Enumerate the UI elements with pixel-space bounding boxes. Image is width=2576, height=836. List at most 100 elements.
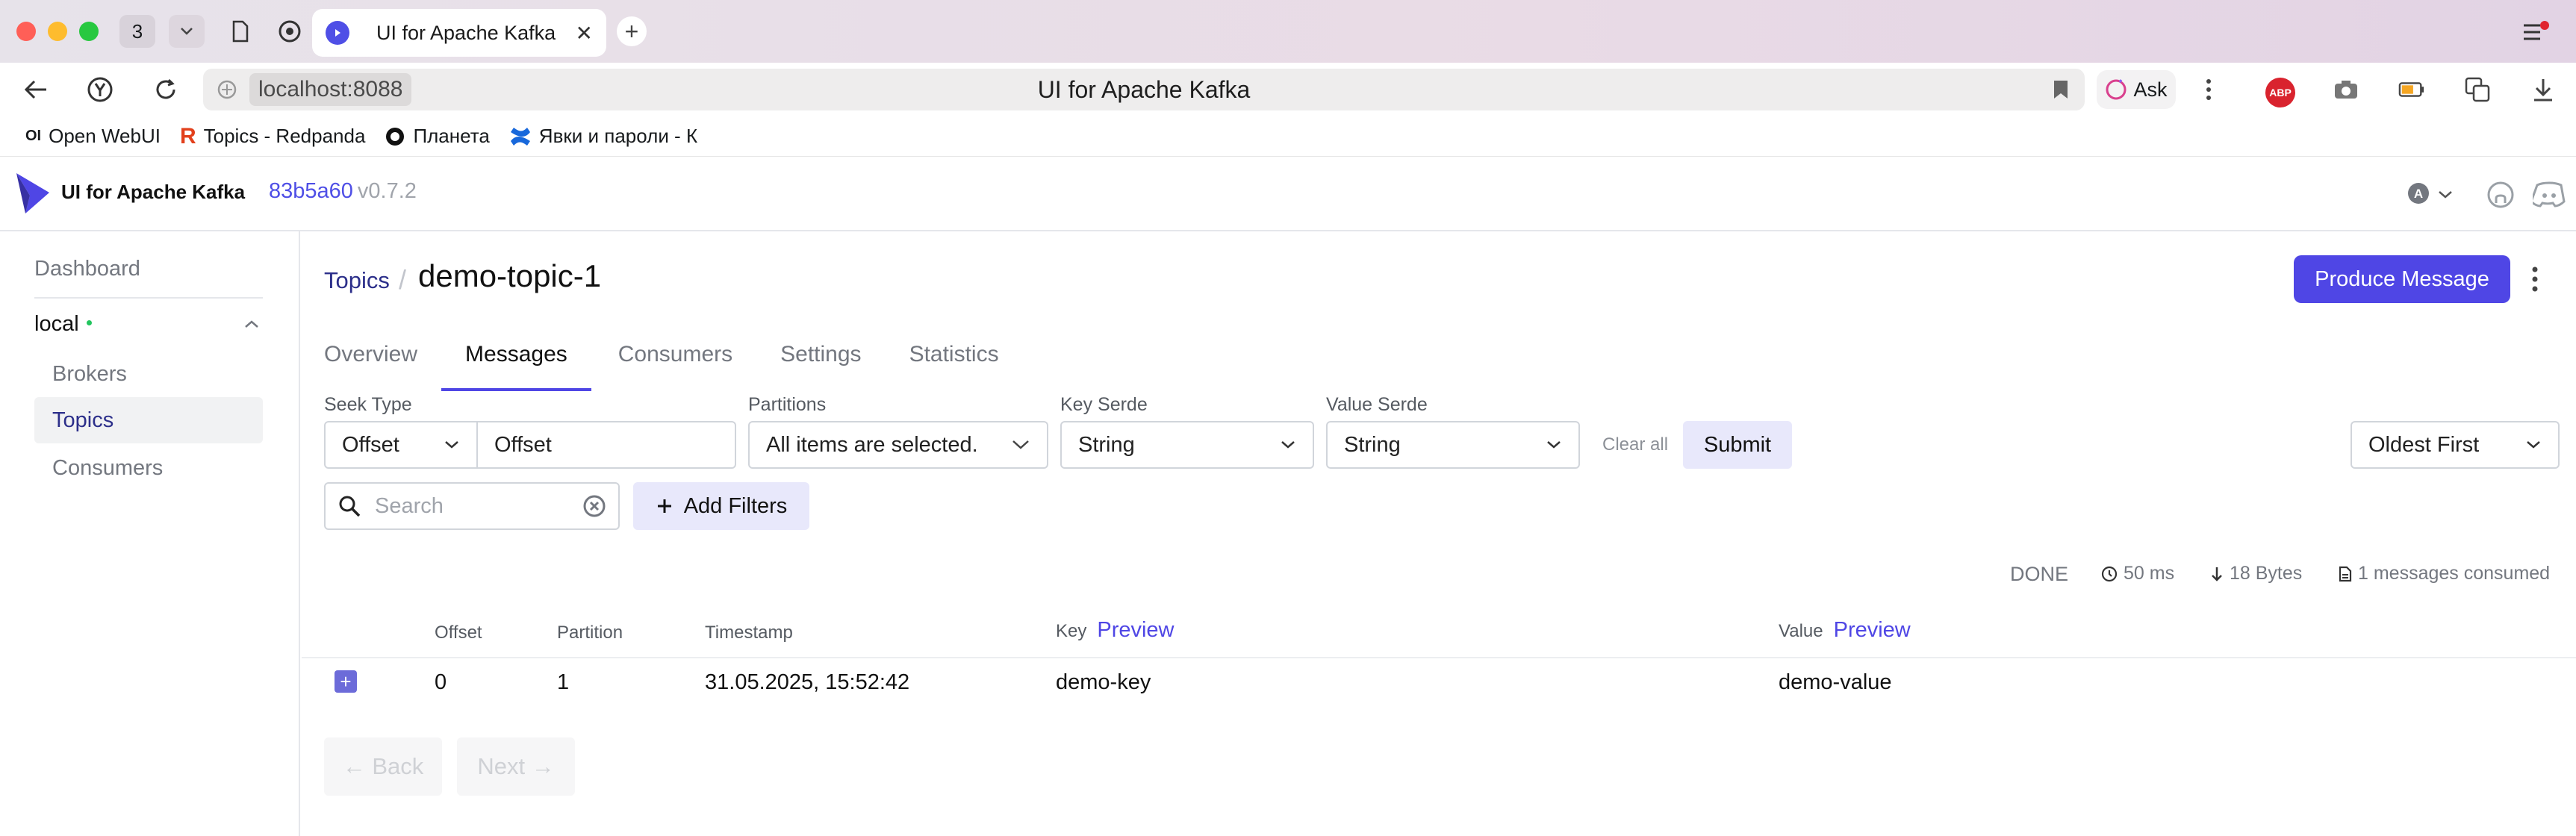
sidebar-item-brokers[interactable]: Brokers bbox=[34, 351, 263, 397]
battery-icon[interactable] bbox=[2398, 76, 2425, 103]
cell-key[interactable]: demo-key bbox=[1056, 670, 1151, 695]
elapsed-value: 50 ms bbox=[2124, 563, 2175, 584]
translate-icon[interactable] bbox=[2464, 76, 2491, 103]
reload-icon[interactable] bbox=[152, 76, 179, 103]
chevron-up-icon[interactable] bbox=[243, 319, 260, 329]
address-bar[interactable]: localhost:8088 UI for Apache Kafka bbox=[203, 69, 2085, 110]
value-serde-label: Value Serde bbox=[1326, 394, 1428, 415]
column-header-key: Key Preview bbox=[1056, 618, 1175, 643]
cell-partition: 1 bbox=[557, 670, 570, 694]
chevron-down-icon bbox=[2527, 441, 2540, 449]
bookmark-redpanda[interactable]: R Topics - Redpanda bbox=[180, 124, 365, 149]
adblock-plus-icon[interactable]: ABP bbox=[2265, 78, 2295, 107]
add-filters-button[interactable]: Add Filters bbox=[633, 482, 809, 530]
clear-all-button[interactable]: Clear all bbox=[1602, 434, 1668, 455]
redpanda-icon: R bbox=[179, 123, 196, 149]
close-window-button[interactable] bbox=[16, 22, 36, 41]
offset-placeholder: Offset bbox=[494, 432, 552, 457]
download-icon[interactable] bbox=[2530, 76, 2557, 103]
messages-consumed-value: 1 messages consumed bbox=[2358, 563, 2551, 584]
more-vertical-icon[interactable] bbox=[2195, 76, 2222, 103]
cell-offset: 0 bbox=[435, 670, 447, 694]
column-header-timestamp: Timestamp bbox=[705, 623, 793, 643]
search-input[interactable]: Search bbox=[324, 482, 620, 530]
produce-message-button[interactable]: Produce Message bbox=[2294, 255, 2510, 303]
app-header: UI for Apache Kafka 83b5a60 v0.7.2 A bbox=[0, 157, 2576, 231]
confluence-icon bbox=[510, 127, 530, 146]
bookmark-icon[interactable] bbox=[2052, 79, 2070, 104]
browser-menu-icon[interactable] bbox=[2522, 21, 2549, 47]
yandex-home-icon[interactable] bbox=[87, 76, 113, 103]
close-tab-icon[interactable]: ✕ bbox=[576, 21, 593, 46]
cluster-name: local bbox=[34, 311, 79, 336]
commit-hash[interactable]: 83b5a60 bbox=[269, 179, 353, 203]
sidebar-cluster-local[interactable]: local bbox=[34, 302, 263, 346]
search-placeholder: Search bbox=[375, 493, 444, 518]
chevron-down-icon bbox=[181, 28, 193, 35]
tab-list-button[interactable] bbox=[169, 15, 205, 48]
ask-button[interactable]: Ask bbox=[2097, 70, 2176, 109]
value-preview-button[interactable]: Preview bbox=[1834, 618, 1911, 642]
page-title: demo-topic-1 bbox=[418, 258, 602, 293]
tab-count-button[interactable]: 3 bbox=[119, 15, 155, 48]
bookmark-confluence[interactable]: Явки и пароли - К bbox=[509, 125, 697, 148]
bookmark-planeta[interactable]: Планета bbox=[385, 125, 490, 148]
breadcrumb-topics[interactable]: Topics bbox=[324, 267, 390, 294]
tab-settings[interactable]: Settings bbox=[780, 342, 882, 387]
messages-consumed: 1 messages consumed bbox=[2339, 563, 2550, 584]
page-icon[interactable] bbox=[227, 18, 254, 45]
partitions-select[interactable]: All items are selected. bbox=[748, 421, 1048, 469]
github-icon[interactable] bbox=[2486, 181, 2515, 213]
kafka-ui-logo[interactable] bbox=[15, 170, 52, 219]
column-header-value: Value Preview bbox=[1779, 618, 1911, 643]
cluster-status-dot bbox=[86, 319, 92, 325]
cell-value[interactable]: demo-value bbox=[1779, 670, 1892, 695]
bytes-value: 18 Bytes bbox=[2230, 563, 2303, 584]
url-page-title: UI for Apache Kafka bbox=[1037, 76, 1251, 103]
chevron-down-icon bbox=[1012, 440, 1029, 449]
user-menu[interactable]: A bbox=[2406, 181, 2454, 210]
key-serde-value: String bbox=[1078, 432, 1135, 457]
clear-search-icon[interactable] bbox=[582, 494, 606, 518]
sidebar-item-topics[interactable]: Topics bbox=[34, 397, 263, 443]
yandex-alice-icon[interactable] bbox=[276, 18, 303, 45]
expand-row-button[interactable]: + bbox=[335, 670, 357, 693]
sort-order-select[interactable]: Oldest First bbox=[2351, 421, 2560, 469]
bookmark-label: Планета bbox=[413, 125, 490, 147]
bytes-consumed: 18 Bytes bbox=[2210, 563, 2302, 584]
offset-input[interactable]: Offset bbox=[476, 421, 736, 469]
submit-button[interactable]: Submit bbox=[1683, 421, 1792, 469]
seek-type-label: Seek Type bbox=[324, 394, 412, 415]
seek-type-select[interactable]: Offset bbox=[324, 421, 478, 469]
back-arrow-icon[interactable] bbox=[22, 76, 49, 103]
bookmark-open-webui[interactable]: OI Open WebUI bbox=[25, 125, 161, 148]
back-page-button[interactable]: ← Back bbox=[324, 737, 442, 796]
active-browser-tab[interactable]: UI for Apache Kafka ✕ bbox=[312, 9, 606, 57]
tab-consumers[interactable]: Consumers bbox=[618, 342, 753, 387]
ask-label: Ask bbox=[2133, 78, 2168, 101]
topic-actions-menu-icon[interactable] bbox=[2531, 266, 2539, 296]
next-page-button[interactable]: Next → bbox=[457, 737, 575, 796]
zoom-window-button[interactable] bbox=[79, 22, 99, 41]
bookmark-label: Явки и пароли - К bbox=[538, 125, 698, 147]
sidebar-item-dashboard[interactable]: Dashboard bbox=[34, 246, 140, 291]
plus-icon bbox=[657, 499, 671, 513]
svg-text:A: A bbox=[2414, 187, 2423, 201]
commit-link[interactable]: 83b5a60 v0.7.2 bbox=[269, 179, 417, 204]
discord-icon[interactable] bbox=[2530, 181, 2566, 211]
partitions-label: Partitions bbox=[748, 394, 827, 415]
sidebar-item-consumers[interactable]: Consumers bbox=[34, 445, 263, 491]
camera-icon[interactable] bbox=[2333, 76, 2359, 103]
value-header-label: Value bbox=[1779, 621, 1823, 641]
key-preview-button[interactable]: Preview bbox=[1097, 618, 1174, 642]
tab-statistics[interactable]: Statistics bbox=[909, 342, 1020, 387]
minimize-window-button[interactable] bbox=[48, 22, 67, 41]
tab-messages[interactable]: Messages bbox=[441, 342, 591, 391]
tab-overview[interactable]: Overview bbox=[324, 342, 438, 387]
openwebui-icon: OI bbox=[25, 128, 42, 144]
clock-icon bbox=[2101, 566, 2118, 581]
key-serde-select[interactable]: String bbox=[1060, 421, 1314, 469]
kafka-ui-favicon bbox=[326, 21, 349, 45]
value-serde-select[interactable]: String bbox=[1326, 421, 1580, 469]
new-tab-button[interactable]: + bbox=[617, 16, 647, 46]
